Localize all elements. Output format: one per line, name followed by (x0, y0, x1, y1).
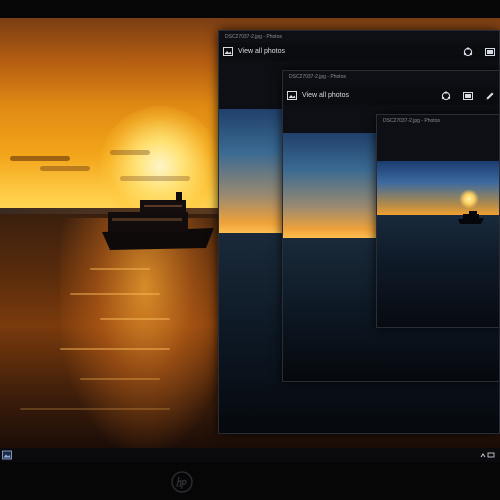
toolbar-actions (441, 91, 495, 101)
pencil-edit-icon[interactable] (485, 91, 495, 101)
slideshow-icon[interactable] (485, 47, 495, 57)
slideshow-icon[interactable] (463, 91, 473, 101)
photo-sea (377, 214, 499, 327)
photo-view (377, 161, 499, 327)
share-icon[interactable] (441, 91, 451, 101)
photos-toolbar: View all photos (219, 43, 499, 61)
window-title: DSC27037-2.jpg - Photos (383, 118, 440, 124)
image-gallery-icon (223, 47, 233, 56)
wallpaper-cloud (10, 156, 70, 161)
desktop-screen: DSC27037-2.jpg - Photos View all photos (0, 18, 500, 462)
photos-app-icon[interactable] (2, 450, 12, 460)
hp-logo (171, 471, 193, 493)
ferry-boat-silhouette (102, 192, 214, 250)
photo-sky (377, 161, 499, 215)
toolbar-actions (463, 47, 495, 57)
wallpaper-wave (90, 268, 150, 270)
wallpaper-cloud (110, 150, 150, 155)
photos-window[interactable]: DSC27037-2.jpg - Photos (376, 114, 500, 328)
window-title: DSC27037-2.jpg - Photos (225, 34, 282, 40)
view-all-photos-button[interactable]: View all photos (223, 47, 285, 56)
wallpaper-wave (100, 318, 170, 320)
wallpaper-wave (20, 408, 170, 410)
window-title: DSC27037-2.jpg - Photos (289, 74, 346, 80)
system-tray-icons[interactable] (480, 451, 496, 459)
taskbar (0, 448, 500, 462)
photo-boat-silhouette (458, 211, 484, 224)
image-gallery-icon (287, 91, 297, 100)
wallpaper-cloud (40, 166, 90, 171)
wallpaper-wave (60, 348, 170, 350)
view-all-photos-button[interactable]: View all photos (287, 91, 349, 100)
photos-toolbar: View all photos (283, 87, 499, 105)
view-all-photos-label: View all photos (238, 48, 285, 55)
wallpaper-cloud (120, 176, 190, 181)
wallpaper-wave (80, 378, 160, 380)
photo-sun (459, 189, 479, 209)
wallpaper-wave (70, 293, 160, 295)
share-icon[interactable] (463, 47, 473, 57)
view-all-photos-label: View all photos (302, 92, 349, 99)
